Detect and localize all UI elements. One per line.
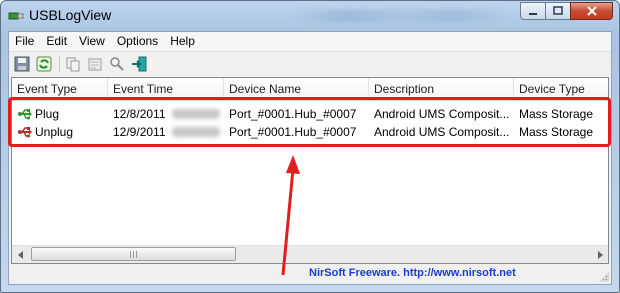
maximize-button[interactable] [545,2,571,20]
blurred-time [171,109,220,119]
toolbar [9,52,611,75]
column-header-device-type[interactable]: Device Type [514,78,608,100]
cell-description: Android UMS Composit... [374,125,510,139]
event-type-text: Plug [35,107,60,121]
menu-file[interactable]: File [9,32,40,51]
caption-buttons [520,2,613,21]
event-list[interactable]: Event Type Event Time Device Name Descri… [11,77,609,264]
scroll-left-button[interactable] [12,246,29,263]
blurred-title-region [291,10,511,22]
horizontal-scrollbar[interactable] [12,245,608,263]
table-row[interactable]: Unplug 12/9/2011 Port_#0001.Hub_#0007 An… [12,123,608,141]
maximize-icon [553,6,563,15]
copy-button[interactable] [64,55,82,73]
window-title: USBLogView [29,7,112,23]
close-button[interactable] [570,2,613,20]
usb-app-icon [8,12,24,20]
column-header-description[interactable]: Description [369,78,514,100]
cell-device-type: Mass Storage [519,125,594,139]
nirsoft-link[interactable]: NirSoft Freeware. http://www.nirsoft.net [309,267,516,279]
cell-device-type: Mass Storage [519,107,594,121]
menu-options[interactable]: Options [111,32,164,51]
refresh-icon [36,56,52,71]
refresh-button[interactable] [35,55,53,73]
menu-view[interactable]: View [73,32,111,51]
client-area: File Edit View Options Help Event Type E… [8,31,612,285]
cell-event-time: 12/9/2011 [108,123,224,141]
find-icon [110,56,124,71]
cell-event-type: Unplug [12,123,108,141]
status-bar: NirSoft Freeware. http://www.nirsoft.net [9,265,611,284]
cell-event-time: 12/8/2011 [108,105,224,123]
close-icon [586,6,597,16]
blurred-time [171,127,220,137]
exit-icon [132,56,147,71]
properties-button[interactable] [86,55,104,73]
event-type-text: Unplug [35,125,74,139]
cell-event-type: Plug [12,105,108,123]
grip-icon [130,250,137,258]
resize-grip-icon[interactable] [599,272,609,282]
usb-unplug-icon [18,127,32,138]
copy-icon [66,57,80,71]
menu-help[interactable]: Help [164,32,201,51]
cell-description: Android UMS Composit... [374,107,510,121]
event-date-text: 12/8/2011 [113,107,166,121]
scroll-right-button[interactable] [591,246,608,263]
column-header-device-name[interactable]: Device Name [224,78,369,100]
table-row[interactable]: Plug 12/8/2011 Port_#0001.Hub_#0007 Andr… [12,105,608,123]
exit-button[interactable] [130,55,148,73]
properties-icon [88,58,102,70]
event-date-text: 12/9/2011 [113,125,166,139]
column-header-event-type[interactable]: Event Type [12,78,108,100]
minimize-button[interactable] [520,2,546,20]
title-bar[interactable]: USBLogView [1,1,619,31]
find-button[interactable] [108,55,126,73]
usb-plug-icon [18,109,32,120]
minimize-icon [529,13,537,15]
menu-bar: File Edit View Options Help [9,32,611,52]
save-icon [14,56,30,71]
save-button[interactable] [13,55,31,73]
scroll-track[interactable] [29,246,591,263]
cell-device-name: Port_#0001.Hub_#0007 [229,107,357,121]
app-window: USBLogView File Edit View Options Help E… [0,0,620,293]
arrow-left-icon [17,250,23,259]
menu-edit[interactable]: Edit [40,32,73,51]
arrow-right-icon [597,250,603,259]
cell-device-name: Port_#0001.Hub_#0007 [229,125,357,139]
toolbar-separator [59,55,60,72]
scroll-thumb[interactable] [31,247,236,261]
list-header: Event Type Event Time Device Name Descri… [12,78,608,101]
column-header-event-time[interactable]: Event Time [108,78,224,100]
